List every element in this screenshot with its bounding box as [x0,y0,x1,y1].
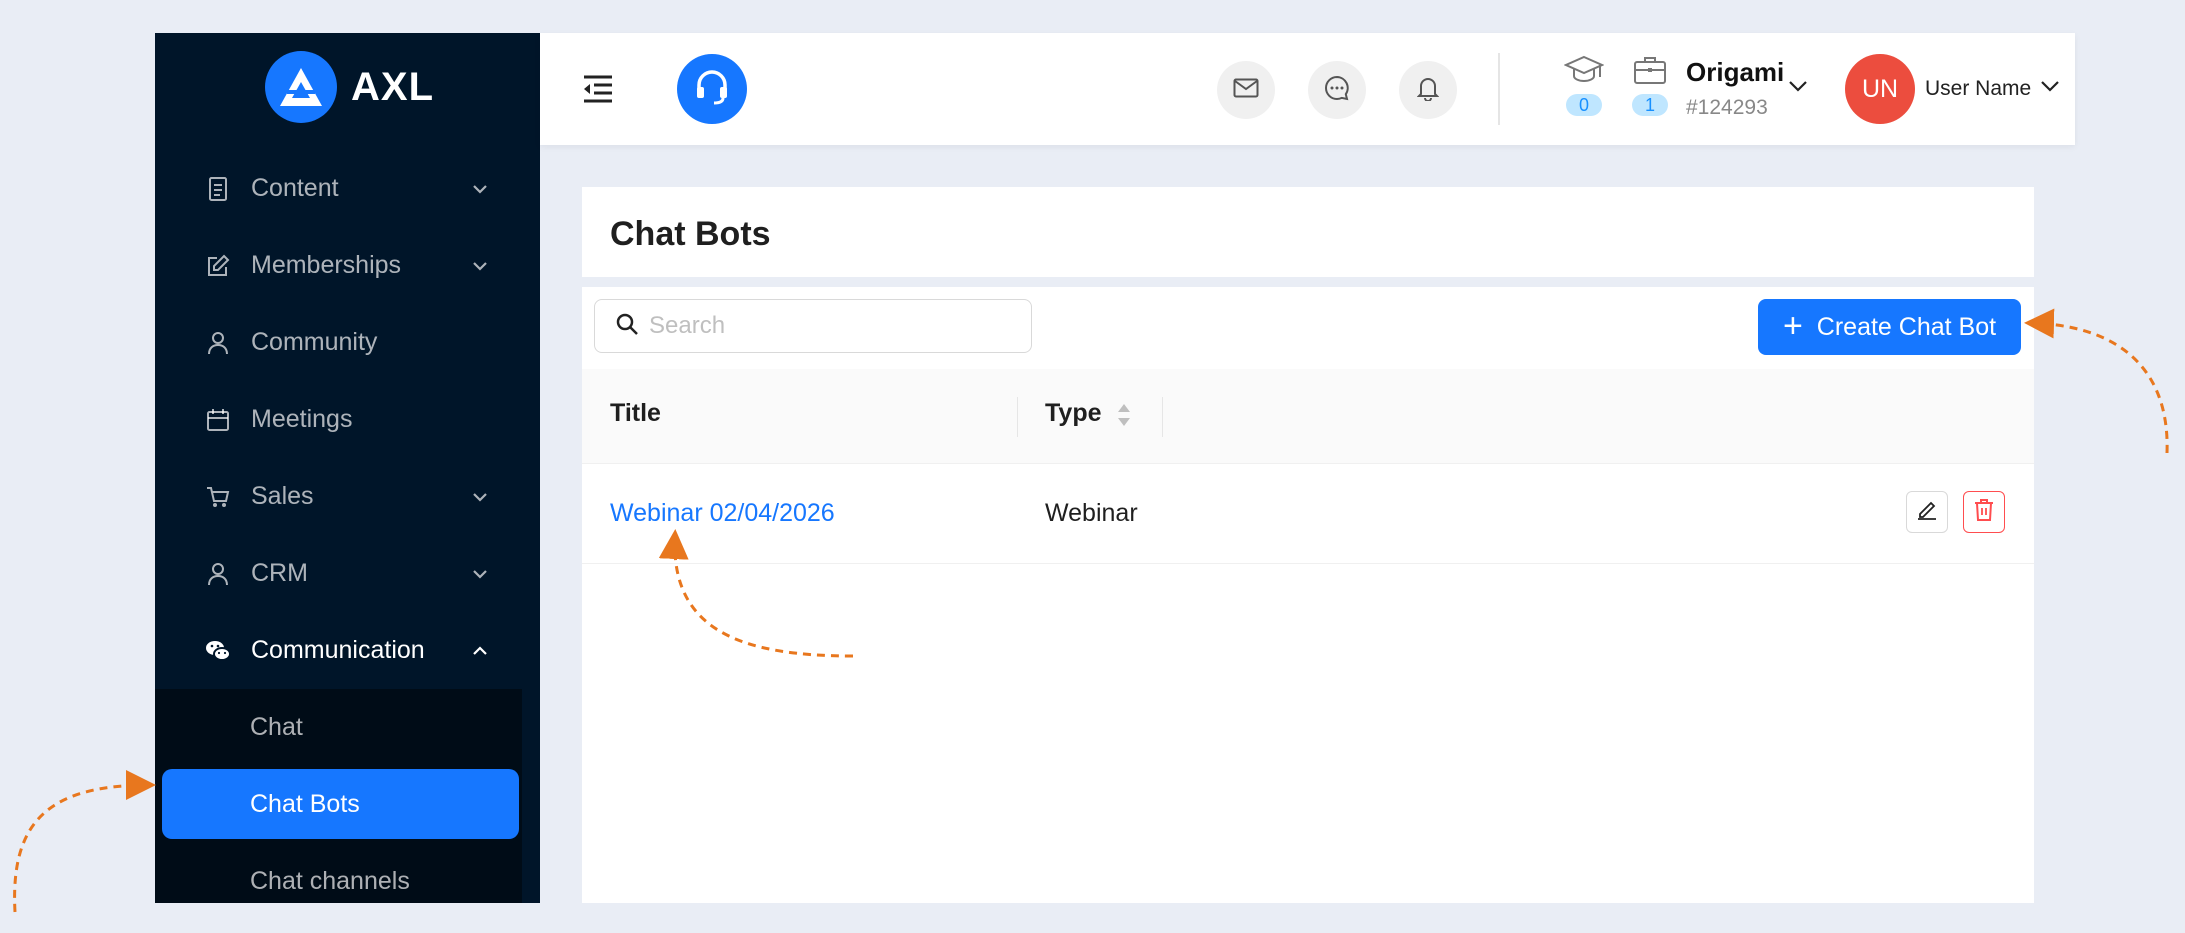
annotation-arrows [13,308,2169,913]
annotation-arrow-title [658,529,854,658]
annotation-arrow-sidebar [13,770,156,913]
annotation-arrow-create [2024,308,2169,454]
